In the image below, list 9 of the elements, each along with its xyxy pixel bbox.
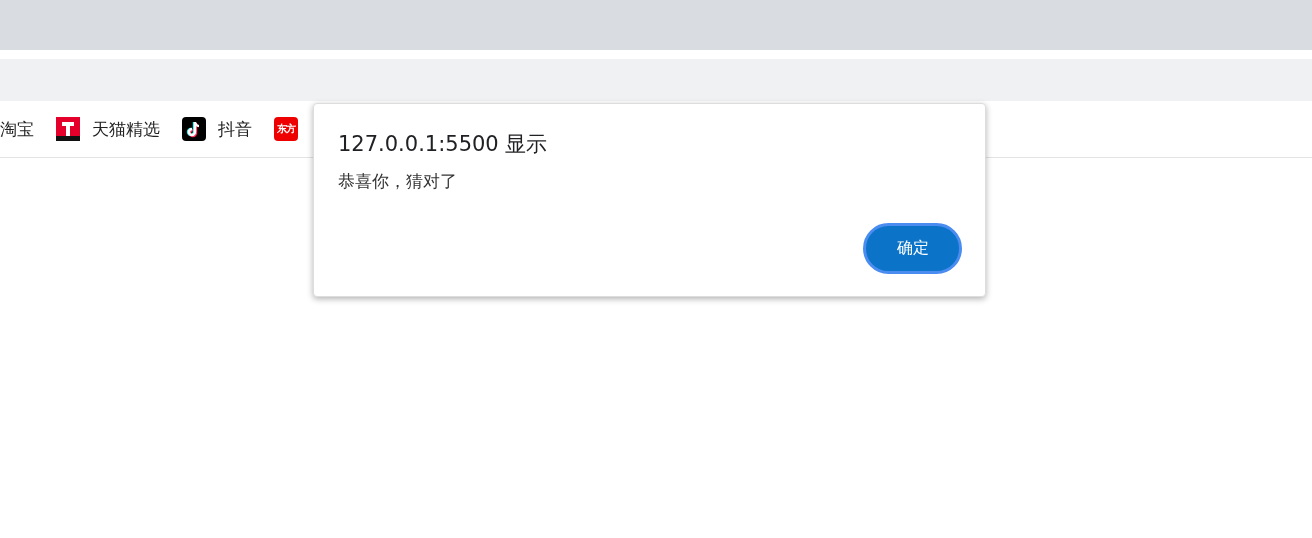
app-badge-icon: 东方 (274, 117, 298, 141)
bookmark-link[interactable]: 抖音 (218, 117, 252, 141)
tmall-icon (56, 117, 80, 141)
music-note-icon (182, 117, 206, 141)
bookmark-link[interactable]: 淘宝 (0, 117, 34, 141)
dialog-message: 恭喜你，猜对了 (338, 170, 458, 193)
ok-button[interactable]: 确定 (863, 223, 962, 274)
bookmark-link[interactable]: 天猫精选 (92, 117, 160, 141)
dialog-title: 127.0.0.1:5500 显示 (338, 131, 549, 158)
